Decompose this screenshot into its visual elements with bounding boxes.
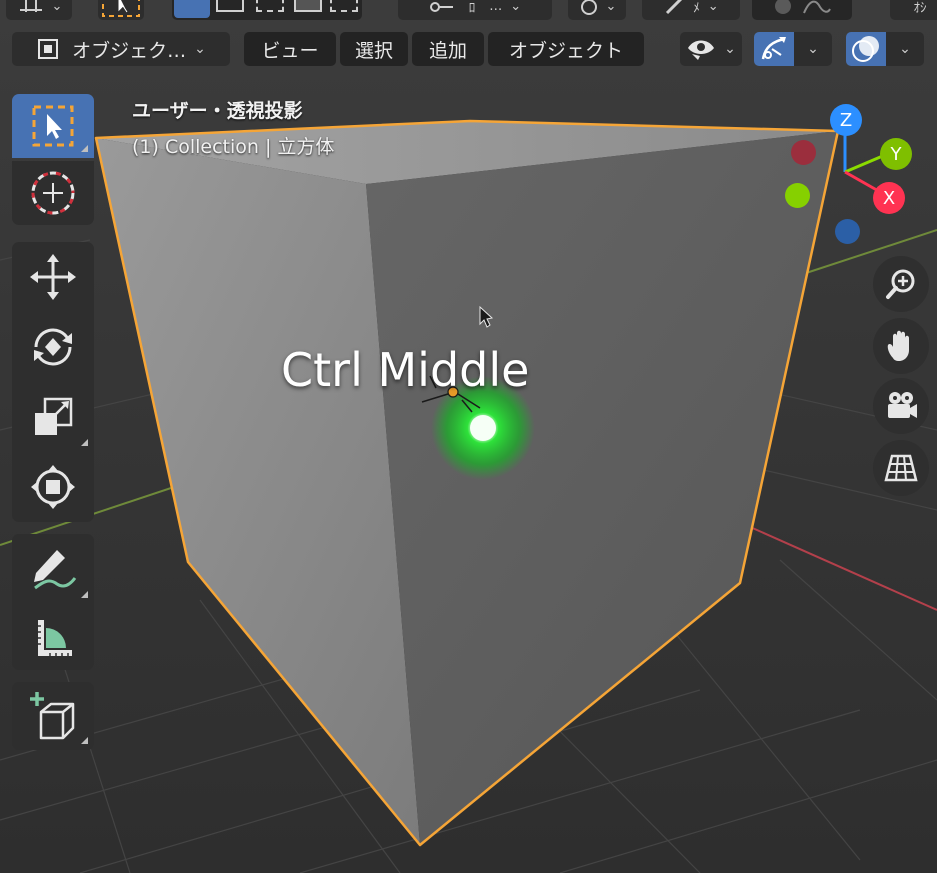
menu-select-label: 選択 [354, 39, 393, 62]
top-tool-settings-strip: ⌄ ﾛ … ⌄ ⌄ ﾒ ⌄ ｵｼ [0, 0, 937, 24]
menu-add-label: 追加 [428, 39, 467, 62]
gizmo-neg-x-axis[interactable] [791, 140, 816, 165]
tool-select-box[interactable] [12, 94, 94, 158]
chevron-down-icon: ⌄ [899, 41, 911, 57]
zoom-icon [886, 269, 915, 299]
menu-object[interactable]: オブジェクト [488, 32, 644, 66]
strip-item-left[interactable]: ⌄ [6, 0, 72, 20]
view-title: ユーザー・透視投影 [132, 100, 303, 122]
mode-dropdown[interactable]: オブジェク… ⌄ [12, 32, 230, 66]
strip-right-item[interactable]: ｵｼ [890, 0, 937, 20]
menu-object-label: オブジェクト [508, 39, 623, 62]
rotate-icon [34, 328, 72, 366]
tool-submenu-indicator [81, 737, 88, 744]
gizmo-z-label: Z [839, 109, 853, 131]
select-mode-icon [102, 0, 140, 17]
select-box-icon [32, 105, 74, 147]
overlay-dropdown[interactable]: ⌄ [886, 32, 924, 66]
strip-pivot-dropdown[interactable]: ﾛ … ⌄ [398, 0, 552, 20]
proportional-edit-icon [580, 0, 597, 15]
gizmo-neg-y-axis[interactable] [785, 183, 810, 208]
gizmo-dropdown[interactable]: ⌄ [794, 32, 832, 66]
viewport-header: オブジェク… ⌄ ビュー 選択 追加 オブジェクト ⌄ ⌄ ⌄ [0, 28, 937, 72]
tool-measure[interactable] [12, 604, 94, 670]
select-extend-mode[interactable] [216, 0, 244, 12]
gizmo-toggle-icon [761, 37, 786, 60]
transform-orientation-icon [19, 0, 42, 12]
keystroke-display: Ctrl Middle [281, 343, 530, 397]
falloff-curve-icon [803, 0, 831, 14]
chevron-down-icon: ⌄ [724, 41, 736, 57]
visibility-dropdown[interactable]: ⌄ [680, 32, 742, 66]
zoom-button[interactable] [873, 256, 929, 312]
chevron-down-icon: ⌄ [51, 0, 63, 14]
annotate-pencil-icon [34, 550, 77, 590]
chevron-down-icon: ⌄ [605, 0, 617, 14]
shading-sphere-icon [775, 0, 791, 14]
gizmo-y-label: Y [890, 143, 902, 165]
strip-snap-dropdown[interactable]: ﾒ ⌄ [642, 0, 740, 20]
tool-submenu-indicator [81, 439, 88, 446]
scale-icon [35, 397, 73, 435]
camera-view-button[interactable] [873, 378, 929, 434]
tool-submenu-indicator [81, 591, 88, 598]
move-arrows-icon [30, 254, 76, 300]
tool-move[interactable] [12, 242, 94, 312]
tool-transform[interactable] [12, 452, 94, 522]
cursor-icon [31, 171, 75, 215]
snap-label: ﾒ [693, 0, 700, 16]
grid-perspective-icon [884, 454, 918, 482]
chevron-down-icon: ⌄ [194, 41, 206, 57]
hand-pan-icon [887, 330, 909, 361]
select-invert-mode[interactable] [294, 0, 322, 12]
overlay-toggle-icon [852, 36, 879, 62]
select-intersect-mode[interactable] [330, 0, 358, 12]
gizmo-y-axis[interactable]: Y [880, 138, 912, 170]
perspective-toggle-button[interactable] [873, 440, 929, 496]
strip-select-mode[interactable] [98, 0, 144, 20]
tool-rotate[interactable] [12, 312, 94, 382]
tool-submenu-indicator [81, 145, 88, 152]
strip-shading[interactable] [752, 0, 852, 20]
pivot-ellipsis: … [489, 0, 503, 14]
tool-cursor[interactable] [12, 161, 94, 225]
transform-icon [31, 465, 75, 509]
eye-visibility-icon [688, 40, 715, 60]
chevron-down-icon: ⌄ [510, 0, 522, 14]
object-mode-icon [38, 39, 59, 59]
gizmo-toggle[interactable] [754, 32, 794, 66]
strip-selection-modes[interactable] [172, 0, 362, 20]
menu-select[interactable]: 選択 [340, 32, 408, 66]
select-new-mode[interactable] [174, 0, 210, 18]
add-cube-icon [30, 692, 75, 740]
chevron-down-icon: ⌄ [707, 0, 719, 14]
menu-view-label: ビュー [261, 39, 319, 62]
overlay-toggle[interactable] [846, 32, 886, 66]
pivot-label: ﾛ [468, 0, 476, 16]
menu-add[interactable]: 追加 [412, 32, 484, 66]
view-collection-info: (1) Collection | 立方体 [132, 136, 335, 158]
camera-icon [888, 392, 917, 418]
pan-button[interactable] [873, 318, 929, 374]
chevron-down-icon: ⌄ [807, 41, 819, 57]
gizmo-neg-z-axis[interactable] [835, 219, 860, 244]
scene-canvas[interactable] [0, 0, 937, 873]
select-subtract-mode[interactable] [256, 0, 284, 12]
snap-magnet-icon [666, 0, 683, 15]
mode-label: オブジェク… [72, 39, 187, 62]
tool-add-cube[interactable] [12, 682, 94, 750]
right-strip-label: ｵｼ [913, 0, 927, 16]
tool-scale[interactable] [12, 382, 94, 452]
pivot-icon [429, 2, 453, 12]
gizmo-x-axis[interactable]: X [873, 182, 905, 214]
tool-annotate[interactable] [12, 534, 94, 604]
menu-view[interactable]: ビュー [244, 32, 336, 66]
light-core [470, 415, 496, 441]
gizmo-z-axis[interactable]: Z [830, 104, 862, 136]
strip-proportional-dropdown[interactable]: ⌄ [568, 0, 626, 20]
measure-ruler-icon [38, 620, 72, 656]
3d-viewport[interactable]: Z Y X ユーザー・透視投影 (1) Collection | 立方体 Ctr… [0, 0, 937, 873]
gizmo-x-label: X [882, 187, 896, 209]
